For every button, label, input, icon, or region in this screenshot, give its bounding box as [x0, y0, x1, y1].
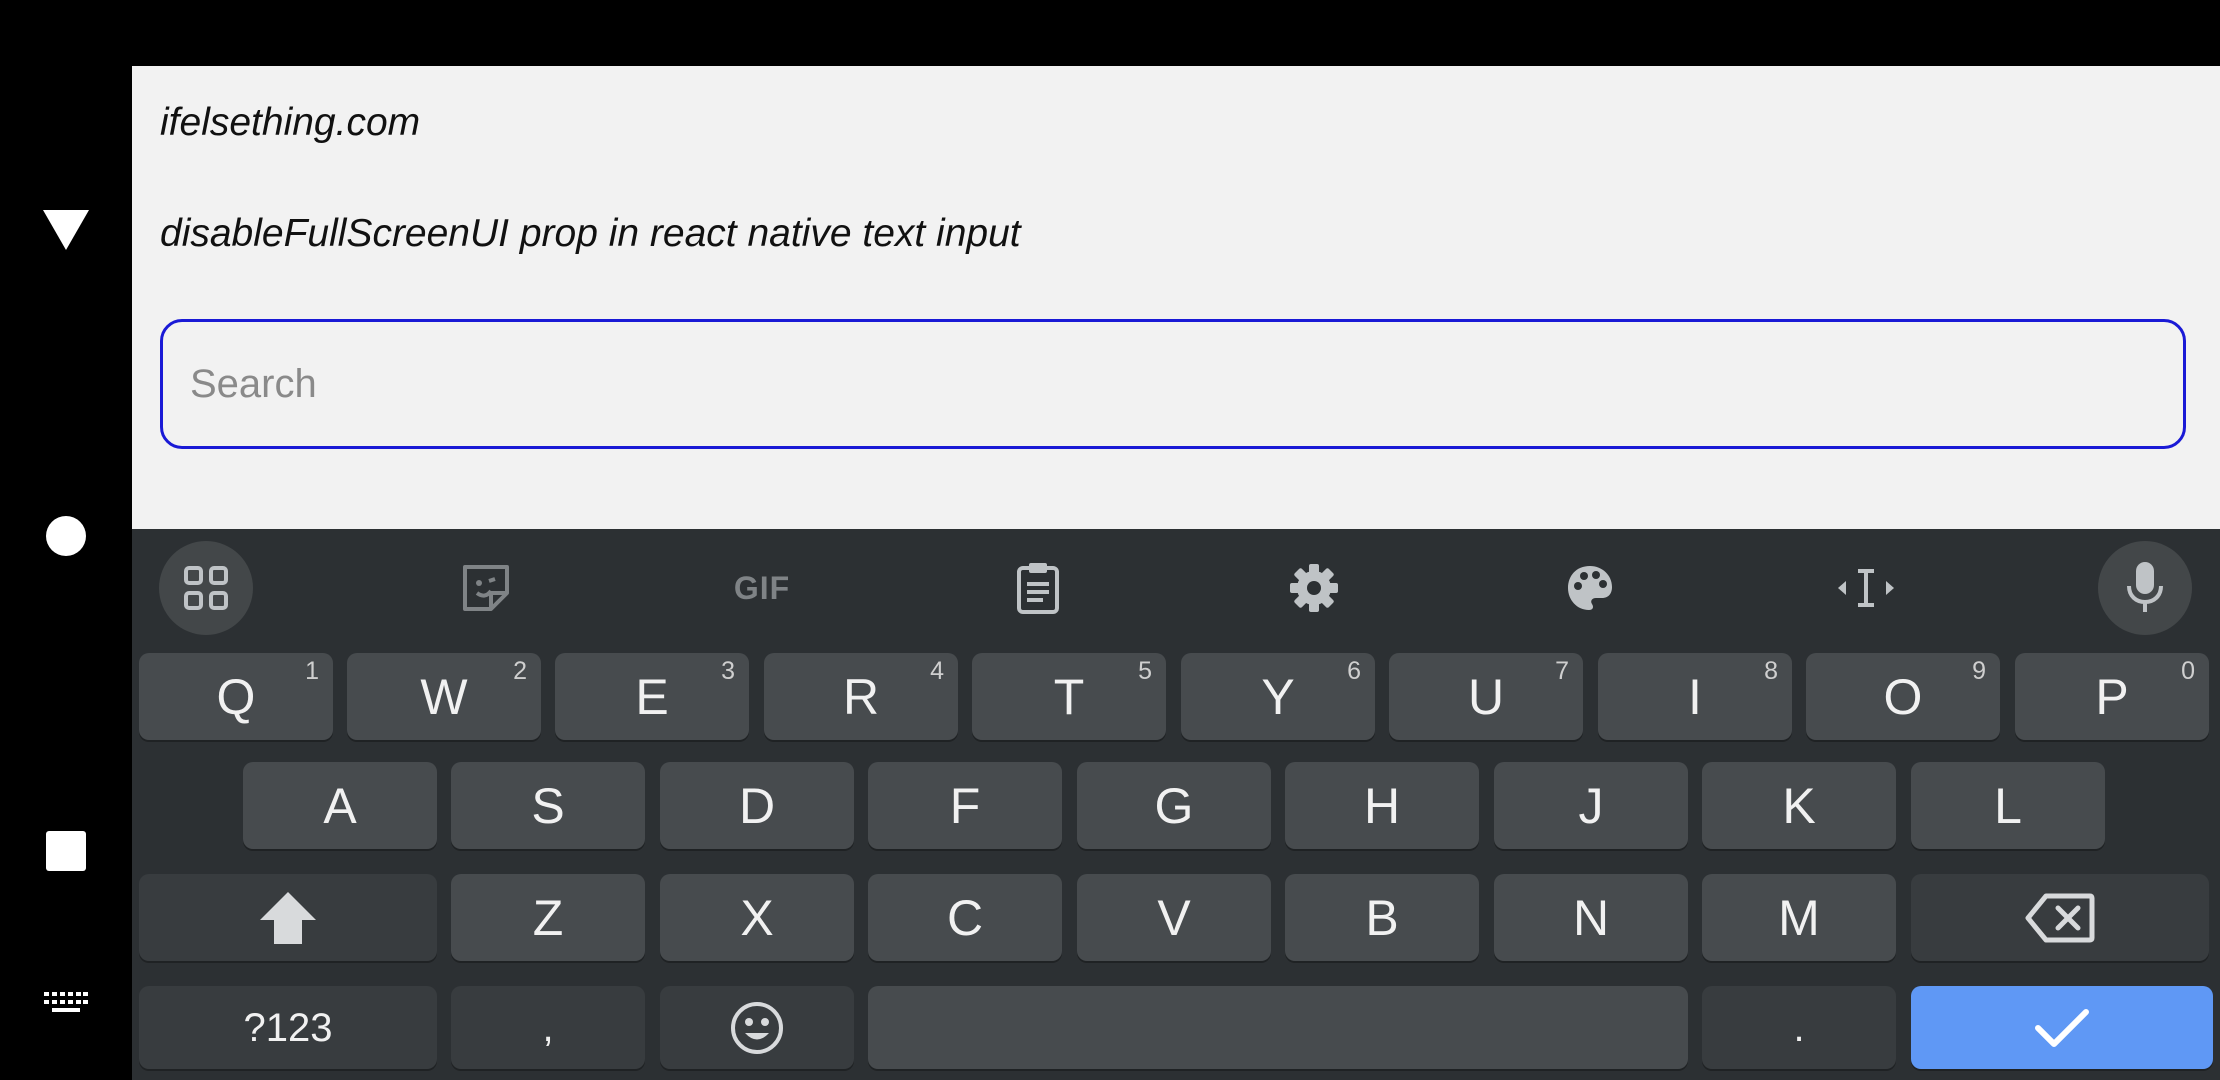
key-x[interactable]: X [660, 874, 854, 961]
triangle-down-icon [43, 210, 89, 250]
period-key[interactable]: . [1702, 986, 1896, 1069]
apps-grid-icon [184, 566, 228, 610]
backspace-icon [2025, 893, 2095, 942]
microphone-icon [2127, 562, 2163, 612]
key-t[interactable]: T5 [972, 653, 1166, 740]
circle-icon [46, 516, 86, 556]
symbols-key[interactable]: ?123 [139, 986, 437, 1069]
key-j[interactable]: J [1494, 762, 1688, 849]
theme-button[interactable] [1543, 541, 1637, 635]
page-subtitle: disableFullScreenUI prop in react native… [160, 212, 1021, 255]
site-title: ifelsething.com [160, 101, 421, 144]
enter-key[interactable] [1911, 986, 2213, 1069]
key-k[interactable]: K [1702, 762, 1896, 849]
system-navigation-bar [0, 0, 132, 1080]
key-c[interactable]: C [868, 874, 1062, 961]
key-b[interactable]: B [1285, 874, 1479, 961]
comma-key[interactable]: , [451, 986, 645, 1069]
key-p[interactable]: P0 [2015, 653, 2209, 740]
key-m[interactable]: M [1702, 874, 1896, 961]
key-l[interactable]: L [1911, 762, 2105, 849]
clipboard-button[interactable] [991, 541, 1085, 635]
recents-button[interactable] [0, 828, 132, 874]
key-v[interactable]: V [1077, 874, 1271, 961]
keyboard-icon [44, 992, 88, 1012]
key-u[interactable]: U7 [1389, 653, 1583, 740]
keyboard-switch-button[interactable] [0, 990, 132, 1020]
gif-button[interactable]: GIF [715, 541, 809, 635]
backspace-key[interactable] [1911, 874, 2209, 961]
emoji-key[interactable] [660, 986, 854, 1069]
sticker-button[interactable] [439, 541, 533, 635]
back-button[interactable] [0, 200, 132, 260]
text-cursor-icon [1838, 569, 1894, 607]
shift-key[interactable] [139, 874, 437, 961]
apps-grid-button[interactable] [159, 541, 253, 635]
settings-button[interactable] [1267, 541, 1361, 635]
clipboard-icon [1017, 563, 1059, 614]
key-a[interactable]: A [243, 762, 437, 849]
key-q[interactable]: Q1 [139, 653, 333, 740]
key-i[interactable]: I8 [1598, 653, 1792, 740]
emoji-smiley-icon [731, 1001, 783, 1054]
sticker-icon [463, 565, 509, 611]
key-f[interactable]: F [868, 762, 1062, 849]
shift-arrow-icon [260, 891, 316, 944]
gif-icon: GIF [733, 569, 791, 606]
settings-gear-icon [1290, 564, 1338, 612]
home-button[interactable] [0, 515, 132, 557]
key-s[interactable]: S [451, 762, 645, 849]
key-r[interactable]: R4 [764, 653, 958, 740]
soft-keyboard: GIF Q 1 W 2 E 3 R 4 T 5 Y 6 U 7 I 8 O 9 … [132, 529, 2220, 1080]
app-content: ifelsething.com disableFullScreenUI prop… [132, 66, 2220, 529]
key-e[interactable]: E3 [555, 653, 749, 740]
checkmark-icon [2035, 1008, 2089, 1047]
theme-palette-icon [1568, 566, 1612, 610]
key-h[interactable]: H [1285, 762, 1479, 849]
key-w[interactable]: W2 [347, 653, 541, 740]
voice-input-button[interactable] [2098, 541, 2192, 635]
search-input[interactable] [188, 360, 2183, 408]
space-key[interactable] [868, 986, 1688, 1069]
key-z[interactable]: Z [451, 874, 645, 961]
square-icon [46, 831, 86, 871]
key-d[interactable]: D [660, 762, 854, 849]
key-y[interactable]: Y6 [1181, 653, 1375, 740]
key-n[interactable]: N [1494, 874, 1688, 961]
key-g[interactable]: G [1077, 762, 1271, 849]
key-o[interactable]: O9 [1806, 653, 2000, 740]
cursor-control-button[interactable] [1819, 541, 1913, 635]
search-field[interactable] [160, 319, 2186, 449]
